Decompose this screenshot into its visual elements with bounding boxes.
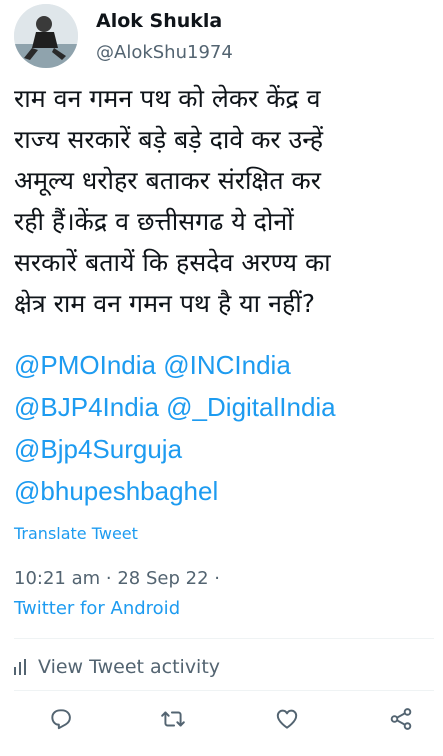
meta-separator: · xyxy=(105,568,118,589)
retweet-button[interactable] xyxy=(160,706,186,732)
activity-label: View Tweet activity xyxy=(38,656,221,678)
avatar[interactable] xyxy=(14,4,78,68)
divider xyxy=(14,690,434,691)
tweet-date[interactable]: 28 Sep 22 xyxy=(117,568,208,589)
share-button[interactable] xyxy=(388,706,414,732)
author-handle[interactable]: @AlokShu1974 xyxy=(96,42,233,63)
mention-link[interactable]: @PMOIndia xyxy=(14,350,156,380)
tweet-text: राम वन गमन पथ को लेकर केंद्र व राज्य सरक… xyxy=(14,78,434,324)
tweet-time[interactable]: 10:21 am xyxy=(14,568,100,589)
view-tweet-activity-button[interactable]: View Tweet activity xyxy=(14,652,220,682)
avatar-image xyxy=(14,4,78,68)
bar-chart-icon xyxy=(14,659,26,675)
reply-button[interactable] xyxy=(48,706,74,732)
mention-link[interactable]: @INCIndia xyxy=(163,350,291,380)
heart-icon xyxy=(276,709,298,729)
tweet-line: राज्य सरकारें बड़े बड़े दावे कर उन्हें xyxy=(14,125,324,154)
tweet-header: Alok Shukla @AlokShu1974 xyxy=(14,4,434,70)
mention-link[interactable]: @_DigitalIndia xyxy=(166,392,335,422)
mention-link[interactable]: @Bjp4Surguja xyxy=(14,434,182,464)
tweet-line: क्षेत्र राम वन गमन पथ है या नहीं? xyxy=(14,289,315,318)
mention-link[interactable]: @BJP4India xyxy=(14,392,159,422)
tweet-source-link[interactable]: Twitter for Android xyxy=(14,598,180,619)
tweet-line: अमूल्य धरोहर बताकर संरक्षित कर xyxy=(14,166,321,195)
share-icon xyxy=(390,708,412,730)
tweet-line: राम वन गमन पथ को लेकर केंद्र व xyxy=(14,84,321,113)
translate-tweet-link[interactable]: Translate Tweet xyxy=(14,524,138,543)
reply-icon xyxy=(51,709,71,730)
tweet-timestamp: 10:21 am · 28 Sep 22 · xyxy=(14,568,220,589)
tweet-line: रही हैं।केंद्र व छत्तीसगढ ये दोनों xyxy=(14,207,294,236)
meta-separator: · xyxy=(214,568,221,589)
like-button[interactable] xyxy=(274,706,300,732)
mention-link[interactable]: @bhupeshbaghel xyxy=(14,476,218,506)
tweet-line: सरकारें बतायें कि हसदेव अरण्य का xyxy=(14,248,331,277)
tweet-action-bar xyxy=(0,700,443,740)
author-name[interactable]: Alok Shukla xyxy=(96,10,222,32)
divider xyxy=(14,638,434,639)
tweet-mentions: @PMOIndia @INCIndia @BJP4India @_Digital… xyxy=(14,344,434,512)
retweet-icon xyxy=(161,711,185,727)
